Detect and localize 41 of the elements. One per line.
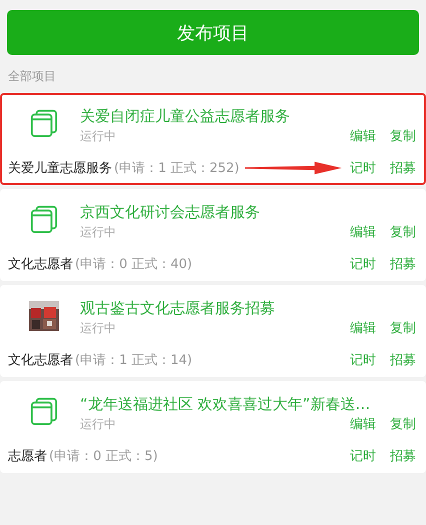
action-link[interactable]: 记时 — [350, 351, 376, 369]
action-link[interactable]: 编辑 — [350, 223, 376, 241]
counts-text: (申请：1 正式：14) — [75, 352, 192, 369]
action-link[interactable]: 复制 — [390, 127, 416, 145]
action-link[interactable]: 记时 — [350, 159, 376, 177]
folder-icon — [30, 109, 58, 137]
project-title[interactable]: 关爱自闭症儿童公益志愿者服务 — [80, 105, 290, 127]
group-name: 志愿者 — [8, 448, 47, 465]
folder-icon — [30, 205, 58, 233]
section-label: 全部项目 — [7, 68, 57, 85]
action-link[interactable]: 招募 — [390, 447, 416, 465]
action-link[interactable]: 复制 — [390, 319, 416, 337]
project-title[interactable]: 京西文化研讨会志愿者服务 — [80, 201, 260, 223]
action-link[interactable]: 招募 — [390, 351, 416, 369]
action-link[interactable]: 编辑 — [350, 127, 376, 145]
action-link[interactable]: 记时 — [350, 447, 376, 465]
group-name: 文化志愿者 — [8, 352, 73, 369]
project-title[interactable]: “龙年送福进社区 欢欢喜喜过大年”新春送… — [80, 393, 370, 415]
action-link[interactable]: 招募 — [390, 255, 416, 273]
project-card[interactable]: “龙年送福进社区 欢欢喜喜过大年”新春送… 运行中 编辑 复制 志愿者(申请：0 正式：5) 记时 招募 — [0, 381, 426, 473]
action-link[interactable]: 招募 — [390, 159, 416, 177]
project-title[interactable]: 观古鉴古文化志愿者服务招募 — [80, 297, 275, 319]
counts-text: (申请：1 正式：252) — [114, 160, 240, 177]
action-link[interactable]: 复制 — [390, 415, 416, 433]
group-name: 文化志愿者 — [8, 256, 73, 273]
status-text: 运行中 — [80, 320, 116, 337]
action-link[interactable]: 记时 — [350, 255, 376, 273]
publish-button[interactable]: 发布项目 — [7, 10, 419, 55]
action-link[interactable]: 编辑 — [350, 319, 376, 337]
status-text: 运行中 — [80, 224, 116, 241]
project-card[interactable]: 观古鉴古文化志愿者服务招募 运行中 编辑 复制 文化志愿者(申请：1 正式：14) 记时 招募 — [0, 285, 426, 377]
folder-icon — [30, 397, 58, 425]
group-name: 关爱儿童志愿服务 — [8, 160, 112, 177]
action-link[interactable]: 复制 — [390, 223, 416, 241]
project-card[interactable]: 京西文化研讨会志愿者服务 运行中 编辑 复制 文化志愿者(申请：0 正式：40) 记时 招募 — [0, 189, 426, 281]
action-link[interactable]: 编辑 — [350, 415, 376, 433]
status-text: 运行中 — [80, 128, 116, 145]
project-card[interactable]: 关爱自闭症儿童公益志愿者服务 运行中 编辑 复制 关爱儿童志愿服务(申请：1 正式：252) 记时 招募 — [0, 93, 426, 185]
counts-text: (申请：0 正式：5) — [49, 448, 158, 465]
status-text: 运行中 — [80, 416, 116, 433]
counts-text: (申请：0 正式：40) — [75, 256, 192, 273]
